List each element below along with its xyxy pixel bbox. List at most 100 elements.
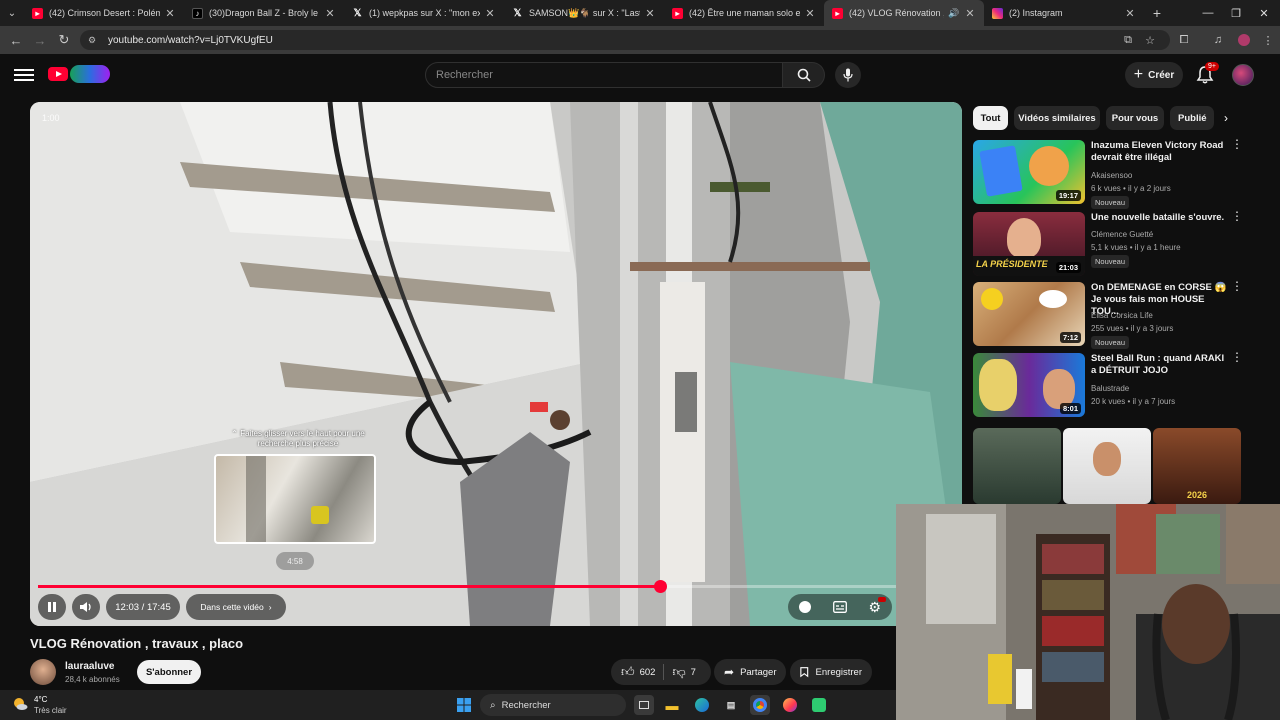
account-avatar[interactable] xyxy=(1232,64,1254,86)
video-thumbnail[interactable]: 19:17 xyxy=(973,140,1085,204)
browser-tab[interactable]: ♪ (30)Dragon Ball Z - Broly le Sup ✕ xyxy=(184,0,344,26)
profile-icon[interactable] xyxy=(1234,30,1254,50)
volume-button[interactable] xyxy=(72,594,100,620)
rec-channel[interactable]: Balustrade xyxy=(1091,384,1129,393)
webcam-overlay xyxy=(896,504,1280,720)
rec-title[interactable]: Une nouvelle bataille s'ouvre. xyxy=(1091,212,1227,224)
youtube-logo-icon[interactable] xyxy=(48,67,68,81)
short-thumbnail[interactable] xyxy=(973,428,1061,504)
close-icon[interactable]: ✕ xyxy=(1124,7,1136,20)
channel-avatar[interactable] xyxy=(30,659,56,685)
recommended-video[interactable]: LA PRÉSIDENTE 21:03 Une nouvelle bataill… xyxy=(973,210,1243,276)
thumbs-up-icon[interactable]: 👍︎ xyxy=(621,664,635,680)
browser-tab-active[interactable]: ▸ (42) VLOG Rénovation , trav 🔊 ✕ xyxy=(824,0,984,26)
close-icon[interactable]: ✕ xyxy=(324,7,336,20)
youtube-doodle-logo[interactable] xyxy=(70,65,110,83)
store-icon[interactable]: ▤ xyxy=(721,695,741,715)
dislike-count[interactable]: 7 xyxy=(691,667,696,678)
install-app-icon[interactable]: ⧉ xyxy=(1118,30,1138,50)
hamburger-menu-icon[interactable] xyxy=(14,66,34,84)
chapter-button[interactable]: Dans cette vidéo › xyxy=(186,594,286,620)
close-icon[interactable]: ✕ xyxy=(164,7,176,20)
subscribe-button[interactable]: S'abonner xyxy=(137,660,201,684)
short-thumbnail[interactable]: 2026 xyxy=(1153,428,1241,504)
progress-bar[interactable] xyxy=(38,580,954,593)
search-button[interactable] xyxy=(783,62,825,88)
taskbar-search[interactable]: ⌕ Rechercher xyxy=(480,694,626,716)
chip-related[interactable]: Vidéos similaires xyxy=(1014,106,1100,130)
tab-search-chevron-icon[interactable]: ⌄ xyxy=(0,0,24,26)
recommended-video[interactable]: 8:01 Steel Ball Run : quand ARAKI a DÉTR… xyxy=(973,351,1243,417)
weather-moon-icon[interactable] xyxy=(12,696,28,712)
close-icon[interactable]: ✕ xyxy=(804,7,816,20)
recommended-video[interactable]: 7:12 On DEMENAGE en CORSE 😱 Je vous fais… xyxy=(973,280,1243,349)
close-icon[interactable]: ✕ xyxy=(964,7,976,20)
rec-channel[interactable]: Elisa Corsica Life xyxy=(1091,311,1153,320)
media-control-icon[interactable]: ♫ xyxy=(1208,30,1228,50)
file-explorer-icon[interactable]: ▬ xyxy=(662,695,682,715)
short-thumbnail[interactable] xyxy=(1063,428,1151,504)
browser-tab[interactable]: 𝕏 (1) wepkpas sur X : "mon ex elle ✕ xyxy=(344,0,504,26)
app-icon[interactable] xyxy=(809,695,829,715)
chip-for-you[interactable]: Pour vous xyxy=(1106,106,1164,130)
edge-icon[interactable] xyxy=(692,695,712,715)
more-options-icon[interactable]: ⋮ xyxy=(1231,280,1243,292)
speaker-icon[interactable]: 🔊 xyxy=(948,8,960,19)
site-info-icon[interactable]: ⚙ xyxy=(88,35,100,45)
pause-button[interactable] xyxy=(38,594,66,620)
browser-tab[interactable]: ▸ (42) Crimson Desert : Polémique ✕ xyxy=(24,0,184,26)
weather-description[interactable]: Très clair xyxy=(34,706,67,715)
browser-tab[interactable]: 𝕏 SAMSON👑🐐 sur X : "Last mo ✕ xyxy=(504,0,664,26)
browser-menu-icon[interactable]: ⋮ xyxy=(1258,30,1278,50)
back-arrow-icon[interactable]: ← xyxy=(4,28,28,52)
voice-search-button[interactable] xyxy=(835,62,861,88)
like-count[interactable]: 602 xyxy=(640,667,656,678)
thumbs-down-icon[interactable]: 👎︎ xyxy=(672,664,685,680)
precise-seek-hint: ⌃ Faites glisser vers le haut pour une r… xyxy=(231,429,365,448)
video-thumbnail[interactable]: LA PRÉSIDENTE 21:03 xyxy=(973,212,1085,276)
create-button[interactable]: + Créer xyxy=(1125,62,1183,88)
share-arrow-icon: ➦ xyxy=(724,665,735,679)
url-field[interactable]: ⚙ youtube.com/watch?v=Lj0TVKUgfEU xyxy=(80,30,1170,50)
rec-title[interactable]: Inazuma Eleven Victory Road devrait être… xyxy=(1091,140,1227,164)
progress-scrubber[interactable] xyxy=(653,580,667,593)
task-view-icon[interactable] xyxy=(634,695,654,715)
weather-temperature[interactable]: 4°C xyxy=(34,695,47,704)
browser-tab[interactable]: (2) Instagram ✕ xyxy=(984,0,1144,26)
video-frame xyxy=(30,102,962,626)
video-player[interactable]: 1:00 ⌃ Faites glisser vers le haut pour … xyxy=(30,102,962,626)
autoplay-toggle-icon[interactable] xyxy=(798,601,811,613)
rec-title[interactable]: Steel Ball Run : quand ARAKI a DÉTRUIT J… xyxy=(1091,353,1227,377)
rec-channel[interactable]: Clémence Guetté xyxy=(1091,230,1153,239)
rec-channel[interactable]: Akaisensoo xyxy=(1091,171,1132,180)
window-close-icon[interactable]: ✕ xyxy=(1248,0,1280,26)
save-button[interactable]: Enregistrer xyxy=(790,659,872,685)
reload-icon[interactable]: ↻ xyxy=(52,28,76,52)
browser-tab[interactable]: ▸ (42) Être une maman solo en 20 ✕ xyxy=(664,0,824,26)
chip-all[interactable]: Tout xyxy=(973,106,1008,130)
close-icon[interactable]: ✕ xyxy=(644,7,656,20)
chip-published[interactable]: Publié xyxy=(1170,106,1214,130)
video-thumbnail[interactable]: 7:12 xyxy=(973,282,1085,346)
settings-gear-icon[interactable]: ⚙ xyxy=(869,596,886,616)
video-thumbnail[interactable]: 8:01 xyxy=(973,353,1085,417)
more-options-icon[interactable]: ⋮ xyxy=(1231,351,1243,363)
forward-arrow-icon[interactable]: → xyxy=(28,28,52,52)
firefox-icon[interactable] xyxy=(780,695,800,715)
more-options-icon[interactable]: ⋮ xyxy=(1231,210,1243,222)
subtitles-icon[interactable] xyxy=(832,601,847,613)
recommended-video[interactable]: 19:17 Inazuma Eleven Victory Road devrai… xyxy=(973,138,1243,209)
close-icon[interactable]: ✕ xyxy=(484,7,496,20)
windows-start-icon[interactable] xyxy=(454,695,474,715)
channel-name[interactable]: lauraaluve xyxy=(65,661,114,672)
new-tab-button[interactable]: + xyxy=(1144,5,1170,21)
bookmark-star-icon[interactable]: ☆ xyxy=(1140,30,1160,50)
share-button[interactable]: ➦ Partager xyxy=(714,659,786,685)
notification-count-badge: 9+ xyxy=(1205,62,1219,71)
chevron-right-icon[interactable]: › xyxy=(1216,106,1236,130)
tab-label: (42) Crimson Desert : Polémique xyxy=(49,8,160,18)
chrome-icon[interactable] xyxy=(750,695,770,715)
extensions-icon[interactable]: ⧠ xyxy=(1174,30,1194,50)
more-options-icon[interactable]: ⋮ xyxy=(1231,138,1243,150)
search-input[interactable]: Rechercher xyxy=(425,62,783,88)
